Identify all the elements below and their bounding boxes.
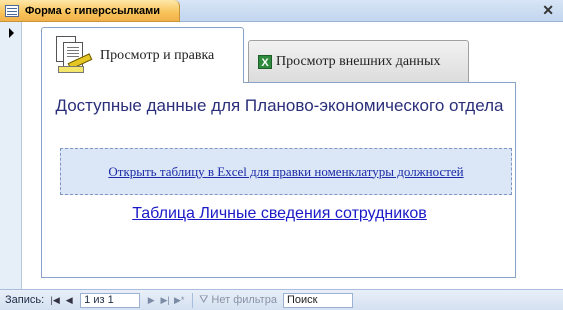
tab-view-and-edit[interactable]: Просмотр и правка: [41, 27, 244, 83]
current-record-arrow-icon: [9, 28, 14, 38]
document-tab-strip: Форма с гиперссылками ✕: [0, 0, 563, 22]
form-icon: [5, 4, 19, 17]
filter-label: Нет фильтра: [211, 294, 277, 306]
next-record-button[interactable]: ▶: [144, 293, 158, 307]
tab-label: Просмотр и правка: [100, 47, 215, 63]
tab-external-data[interactable]: X Просмотр внешних данных: [248, 40, 469, 82]
document-tab-title: Форма с гиперссылками: [25, 4, 160, 17]
tab-label: Просмотр внешних данных: [276, 53, 441, 69]
search-input[interactable]: Поиск: [282, 292, 353, 308]
filter-toggle[interactable]: ⛛ Нет фильтра: [199, 294, 277, 307]
tab-page: Доступные данные для Планово-экономическ…: [41, 82, 516, 278]
excel-link-box[interactable]: Открыть таблицу в Excel для правки номен…: [60, 148, 512, 195]
form-body: Просмотр и правка X Просмотр внешних дан…: [22, 22, 563, 289]
excel-icon: X: [258, 54, 272, 69]
page-heading: Доступные данные для Планово-экономическ…: [55, 96, 504, 115]
divider: [192, 292, 194, 308]
new-record-button[interactable]: ▶*: [172, 293, 186, 307]
document-edit-icon: [54, 35, 93, 76]
close-icon[interactable]: ✕: [542, 2, 554, 19]
table-hyperlink[interactable]: Таблица Личные сведения сотрудников: [42, 205, 517, 223]
record-selector[interactable]: [0, 22, 22, 289]
last-record-button[interactable]: ▶|: [158, 293, 172, 307]
first-record-button[interactable]: |◀: [48, 293, 62, 307]
record-position-field[interactable]: 1 из 1: [80, 292, 141, 308]
document-tab[interactable]: Форма с гиперссылками: [0, 0, 180, 22]
filter-icon: ⛛: [199, 293, 209, 306]
record-navigation-bar: Запись: |◀ ◀ 1 из 1 ▶ ▶| ▶* ⛛ Нет фильтр…: [0, 289, 563, 310]
record-label: Запись:: [5, 294, 45, 306]
previous-record-button[interactable]: ◀: [62, 293, 76, 307]
excel-hyperlink[interactable]: Открыть таблицу в Excel для правки номен…: [108, 164, 463, 180]
